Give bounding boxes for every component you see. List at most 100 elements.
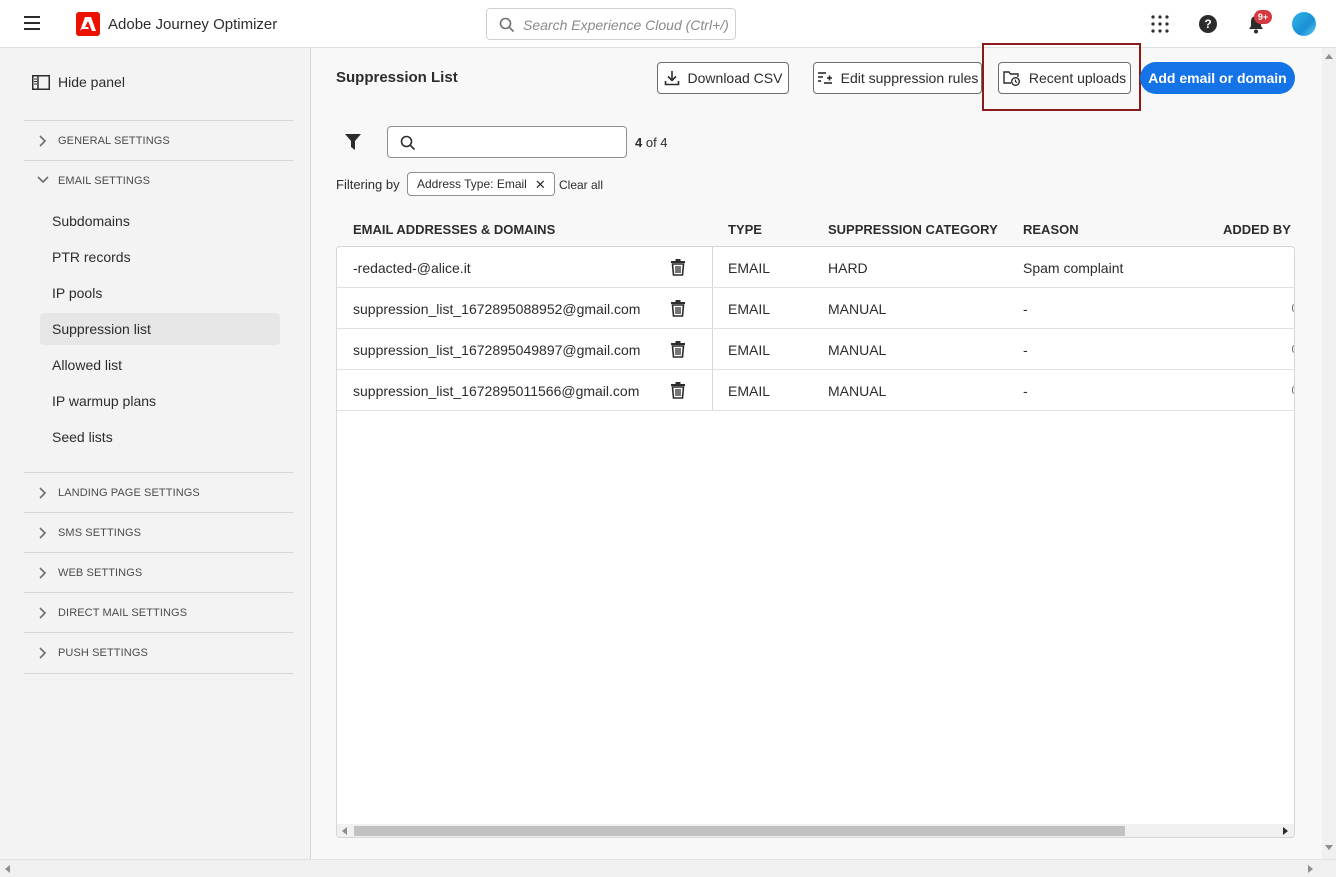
divider [24,673,293,674]
cell-address: -redacted-@alice.it [353,260,471,276]
section-label: PUSH SETTINGS [58,647,148,659]
cell-category: HARD [828,260,868,276]
cell-category: MANUAL [828,383,887,399]
search-icon [499,17,515,33]
sidebar-item-ptr-records[interactable]: PTR records [40,241,280,273]
section-sms-settings[interactable]: SMS SETTINGS [24,512,293,552]
download-csv-button[interactable]: Download CSV [657,62,789,94]
page-title: Suppression List [336,69,458,86]
help-icon[interactable]: ? [1199,15,1217,33]
trash-icon[interactable] [670,259,686,276]
top-bar: Adobe Journey Optimizer Search Experienc… [0,0,1336,48]
sidebar-item-ip-warmup-plans[interactable]: IP warmup plans [40,385,280,417]
table-row[interactable]: suppression_list_1672895011566@gmail.com… [337,370,1294,411]
close-icon[interactable]: ✕ [535,178,546,191]
sidebar-item-label: IP pools [52,285,103,301]
section-label: DIRECT MAIL SETTINGS [58,607,188,619]
table-row[interactable]: -redacted-@alice.it EMAIL HARD Spam comp… [337,247,1294,288]
section-landing-page-settings[interactable]: LANDING PAGE SETTINGS [24,472,293,512]
section-push-settings[interactable]: PUSH SETTINGS [24,632,293,672]
column-header-type[interactable]: TYPE [728,222,762,237]
suppression-table: -redacted-@alice.it EMAIL HARD Spam comp… [336,246,1295,838]
sidebar: Hide panel GENERAL SETTINGS EMAIL SETTIN… [0,48,311,859]
section-web-settings[interactable]: WEB SETTINGS [24,552,293,592]
download-csv-label: Download CSV [687,70,783,86]
section-direct-mail-settings[interactable]: DIRECT MAIL SETTINGS [24,592,293,632]
scroll-right-arrow-icon[interactable] [1308,865,1313,873]
filter-chip: Address Type: Email ✕ [407,172,555,196]
result-count: 4 of 4 [635,135,668,150]
table-row[interactable]: suppression_list_1672895088952@gmail.com… [337,288,1294,329]
adobe-logo[interactable] [76,12,100,36]
chevron-right-icon [39,607,47,619]
cell-type: EMAIL [728,301,771,317]
cell-reason: Spam complaint [1023,260,1124,276]
sidebar-item-subdomains[interactable]: Subdomains [40,205,280,237]
add-email-or-domain-button[interactable]: Add email or domain [1140,62,1295,94]
highlight-frame [982,43,1141,111]
sidebar-item-label: Allowed list [52,357,123,373]
scrollbar-thumb[interactable] [354,826,1125,836]
avatar[interactable] [1292,12,1316,36]
download-icon [664,71,679,86]
sidebar-item-label: Suppression list [52,321,151,337]
chevron-right-icon [39,647,47,659]
section-label: LANDING PAGE SETTINGS [58,487,200,499]
sidebar-item-seed-lists[interactable]: Seed lists [40,421,280,453]
global-search[interactable]: Search Experience Cloud (Ctrl+/) [486,8,736,40]
page-vertical-scrollbar[interactable] [1322,48,1336,859]
menu-icon[interactable] [24,16,40,30]
edit-suppression-rules-button[interactable]: Edit suppression rules [813,62,982,94]
trash-icon[interactable] [670,300,686,317]
trash-icon[interactable] [670,341,686,358]
sidebar-item-label: PTR records [52,249,131,265]
section-general-settings[interactable]: GENERAL SETTINGS [24,120,293,160]
apps-grid-icon[interactable] [1151,15,1169,33]
cell-reason: - [1023,342,1028,358]
cell-reason: - [1023,383,1028,399]
column-header-added-by[interactable]: ADDED BY [1223,222,1291,237]
chevron-down-icon [37,176,49,184]
sidebar-item-ip-pools[interactable]: IP pools [40,277,280,309]
search-placeholder: Search Experience Cloud (Ctrl+/) [523,17,729,33]
column-header-address[interactable]: EMAIL ADDRESSES & DOMAINS [353,222,555,237]
chevron-right-icon [39,487,47,499]
rules-icon [817,72,832,84]
chevron-right-icon [39,567,47,579]
table-horizontal-scrollbar[interactable] [337,824,1294,837]
notification-badge: 9+ [1254,10,1272,24]
scroll-left-arrow-icon[interactable] [342,827,347,835]
section-email-settings[interactable]: EMAIL SETTINGS [24,160,293,200]
section-label: SMS SETTINGS [58,527,142,539]
scroll-left-arrow-icon[interactable] [5,865,10,873]
hide-panel-button[interactable]: Hide panel [32,72,125,92]
cell-address: suppression_list_1672895011566@gmail.com [353,383,640,399]
cell-category: MANUAL [828,342,887,358]
clear-all-link[interactable]: Clear all [559,178,603,192]
scroll-down-arrow-icon[interactable] [1325,845,1333,850]
cell-category: MANUAL [828,301,887,317]
cell-address: suppression_list_1672895049897@gmail.com [353,342,641,358]
trash-icon[interactable] [670,382,686,399]
table-row[interactable]: suppression_list_1672895049897@gmail.com… [337,329,1294,370]
section-label: EMAIL SETTINGS [58,175,151,187]
filter-icon[interactable] [345,133,361,154]
column-header-reason[interactable]: REASON [1023,222,1079,237]
search-icon [400,135,416,151]
cell-reason: - [1023,301,1028,317]
app-title[interactable]: Adobe Journey Optimizer [108,16,277,33]
search-input[interactable] [387,126,627,158]
sidebar-item-allowed-list[interactable]: Allowed list [40,349,280,381]
hide-panel-label: Hide panel [58,74,125,90]
chevron-right-icon [39,527,47,539]
sidebar-item-suppression-list[interactable]: Suppression list [40,313,280,345]
panel-icon [32,74,50,90]
column-header-category[interactable]: SUPPRESSION CATEGORY [828,222,998,237]
section-label: GENERAL SETTINGS [58,135,170,147]
scroll-up-arrow-icon[interactable] [1325,54,1333,59]
cell-address: suppression_list_1672895088952@gmail.com [353,301,641,317]
scroll-right-arrow-icon[interactable] [1283,827,1288,835]
page-horizontal-scrollbar[interactable] [0,859,1336,877]
truncated-cell-icon [1292,386,1294,394]
sidebar-item-label: Subdomains [52,213,130,229]
